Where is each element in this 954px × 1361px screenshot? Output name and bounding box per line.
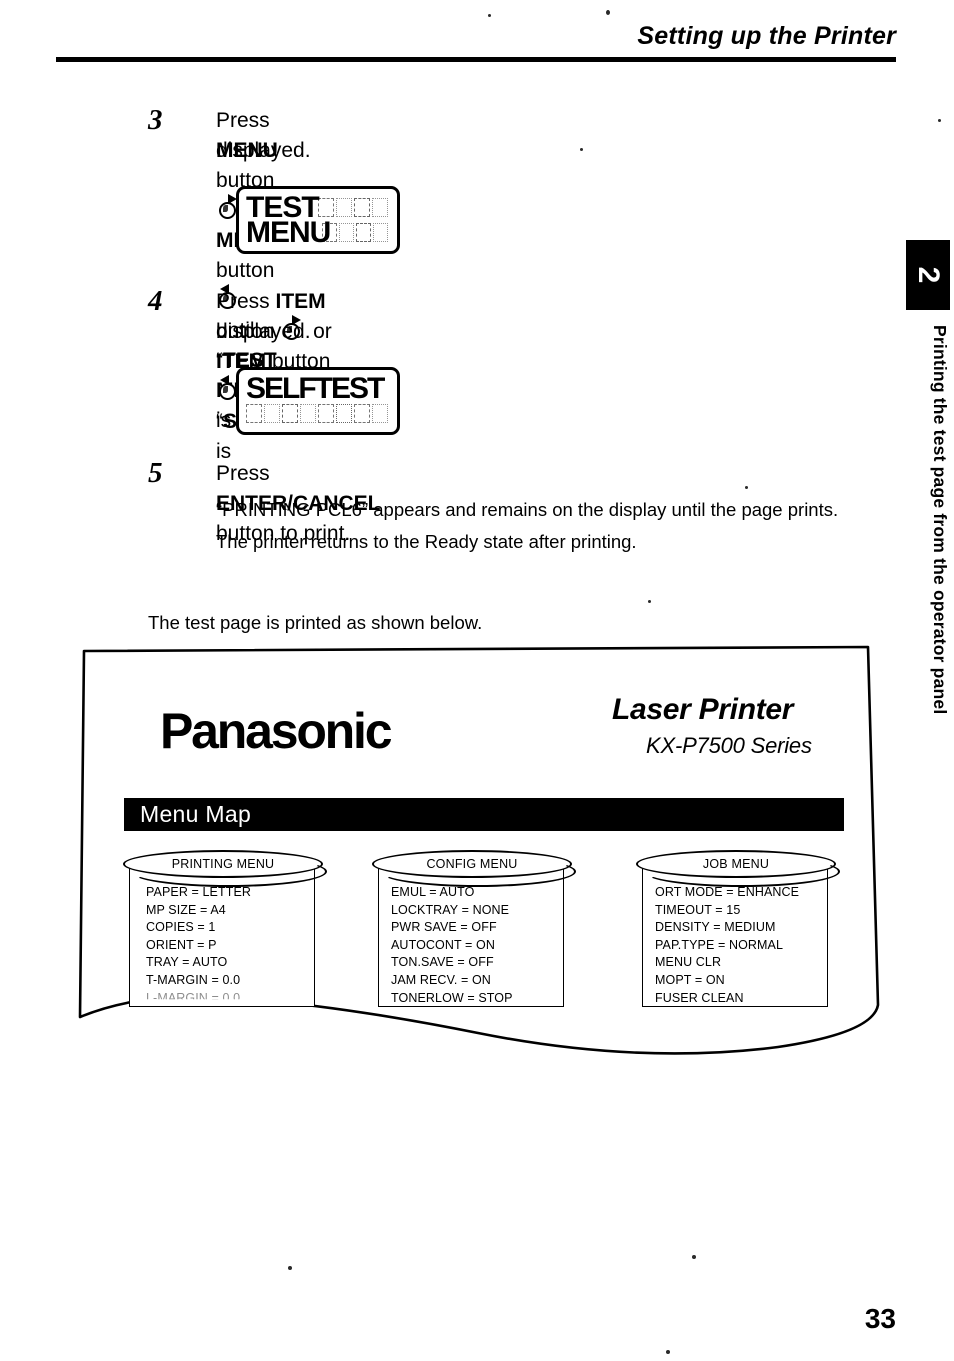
menu-item: MENU CLR: [655, 955, 722, 970]
lcd-row-1: SELFTEST: [246, 371, 390, 405]
scan-speck: [648, 600, 651, 603]
menu-map-bar: Menu Map: [124, 798, 844, 831]
page-number: 33: [864, 1303, 896, 1334]
testpage-product-name: Laser Printer: [612, 693, 794, 726]
menu-item: TIMEOUT = 15: [655, 902, 741, 917]
selftest-display: SELFTEST: [236, 367, 400, 435]
chapter-label: Printing the test page from the operator…: [930, 325, 950, 715]
menu-item: PWR SAVE = OFF: [391, 920, 497, 935]
menu-item: DENSITY = MEDIUM: [655, 920, 776, 935]
menu-item: LOCKTRAY = NONE: [391, 902, 510, 917]
job-menu-title: JOB MENU: [636, 850, 840, 887]
printing-menu-items: PAPER = LETTER MP SIZE = A4 COPIES = 1 O…: [146, 884, 251, 1007]
chapter-tab: 2: [906, 240, 950, 310]
menu-item: TONERLOW = STOP: [391, 990, 513, 1005]
menu-item: FUSER CLEAN: [655, 990, 744, 1005]
step-3-line-2: displayed.: [216, 139, 311, 162]
page-title: Setting up the Printer: [637, 22, 896, 50]
panasonic-logo: Panasonic: [160, 703, 393, 759]
config-menu-box: CONFIG MENU EMUL = AUTO LOCKTRAY = NONE …: [372, 850, 576, 1007]
menu-item: MOPT = ON: [655, 972, 725, 987]
step-5-note-2: The printer returns to the Ready state a…: [216, 531, 637, 552]
step-number: 4: [148, 285, 163, 317]
menu-item: ORIENT = P: [146, 937, 217, 952]
scan-speck: [606, 10, 610, 15]
scan-speck: [938, 119, 941, 122]
lcd-unlit-cells: [318, 198, 388, 217]
menu-item: COPIES = 1: [146, 920, 216, 935]
lcd-unlit-cells: [246, 404, 390, 423]
lcd-unlit-cells: [322, 223, 388, 242]
menu-item: AUTOCONT = ON: [391, 937, 495, 952]
menu-item: MP SIZE = A4: [146, 902, 226, 917]
menu-item: T-MARGIN = 0.0: [146, 972, 241, 987]
menu-item: PAP.TYPE = NORMAL: [655, 937, 784, 952]
scan-speck: [488, 14, 491, 17]
header-rule: [56, 57, 896, 62]
step-4-button-label-1: ITEM: [275, 290, 326, 313]
scan-speck: [288, 1266, 292, 1270]
scan-speck: [666, 1350, 670, 1354]
job-menu-items: ORT MODE = ENHANCE TIMEOUT = 15 DENSITY …: [655, 884, 799, 1007]
lcd-line-2: MENU: [246, 215, 331, 249]
job-menu-box: JOB MENU ORT MODE = ENHANCE TIMEOUT = 15…: [636, 850, 840, 1007]
menu-item: L-MARGIN = 0.0: [146, 990, 241, 1005]
step-number: 5: [148, 457, 163, 489]
menu-item: TON.SAVE = OFF: [391, 955, 494, 970]
scan-speck: [580, 148, 583, 151]
config-menu-title: CONFIG MENU: [372, 850, 576, 887]
scan-speck: [745, 486, 748, 489]
menu-item: JAM RECV. = ON: [391, 972, 491, 987]
page-header: Setting up the Printer: [0, 0, 954, 80]
config-menu-items: EMUL = AUTO LOCKTRAY = NONE PWR SAVE = O…: [391, 884, 513, 1007]
lcd-row-2: [246, 401, 390, 426]
test-menu-display: TEST MENU: [236, 186, 400, 254]
testpage-illustration: Panasonic Laser Printer KX-P7500 Series …: [78, 645, 910, 1065]
step-3-pre: Press: [216, 109, 270, 132]
step-4-pre: Press: [216, 290, 276, 313]
printing-menu-box: PRINTING MENU PAPER = LETTER MP SIZE = A…: [123, 850, 327, 1007]
testpage-caption: The test page is printed as shown below.: [148, 612, 483, 633]
chapter-number: 2: [912, 266, 945, 284]
step-4-line-2: displayed.: [216, 320, 311, 343]
step-3-mid-2: button: [216, 259, 275, 282]
testpage-model-name: KX-P7500 Series: [646, 733, 812, 758]
scan-speck: [692, 1255, 696, 1259]
step-4-between: or: [307, 320, 332, 343]
lcd-row-2: MENU: [246, 215, 390, 249]
lcd-line-1: SELFTEST: [246, 371, 385, 405]
menu-map-label: Menu Map: [140, 801, 252, 827]
printing-menu-title: PRINTING MENU: [123, 850, 327, 887]
step-5-note-1: “PRINTING PCL6” appears and remains on t…: [216, 499, 839, 520]
step-number: 3: [148, 104, 163, 136]
step-5-pre: Press: [216, 462, 270, 485]
menu-item: TRAY = AUTO: [146, 955, 228, 970]
